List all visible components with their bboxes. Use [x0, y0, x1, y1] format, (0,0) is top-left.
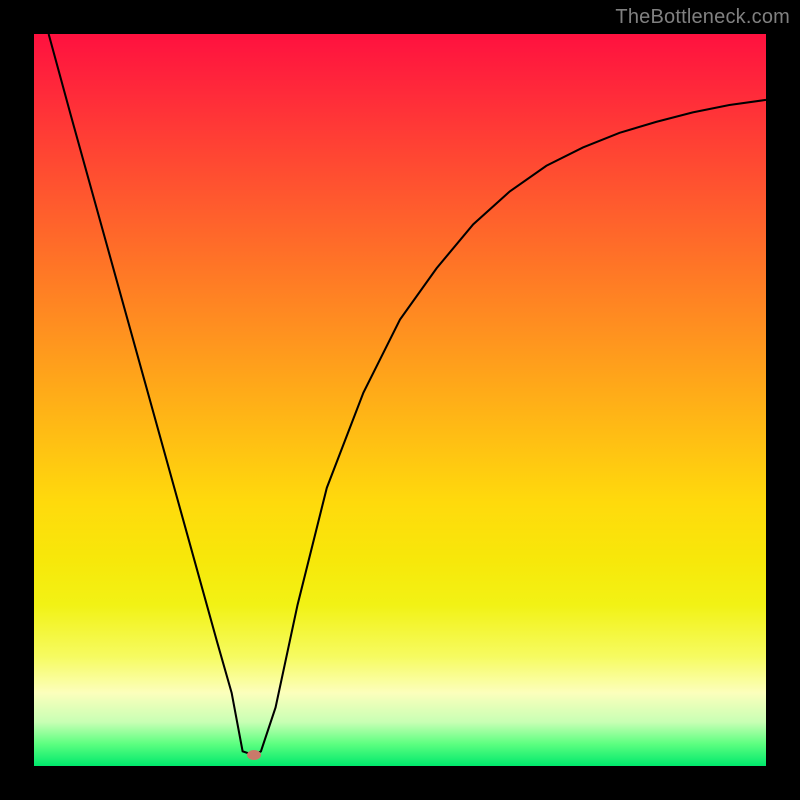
optimal-point-marker	[247, 750, 261, 760]
chart-frame: TheBottleneck.com	[0, 0, 800, 800]
plot-area	[34, 34, 766, 766]
watermark-text: TheBottleneck.com	[615, 6, 790, 29]
bottleneck-curve-path	[49, 34, 766, 755]
curve-svg	[34, 34, 766, 766]
